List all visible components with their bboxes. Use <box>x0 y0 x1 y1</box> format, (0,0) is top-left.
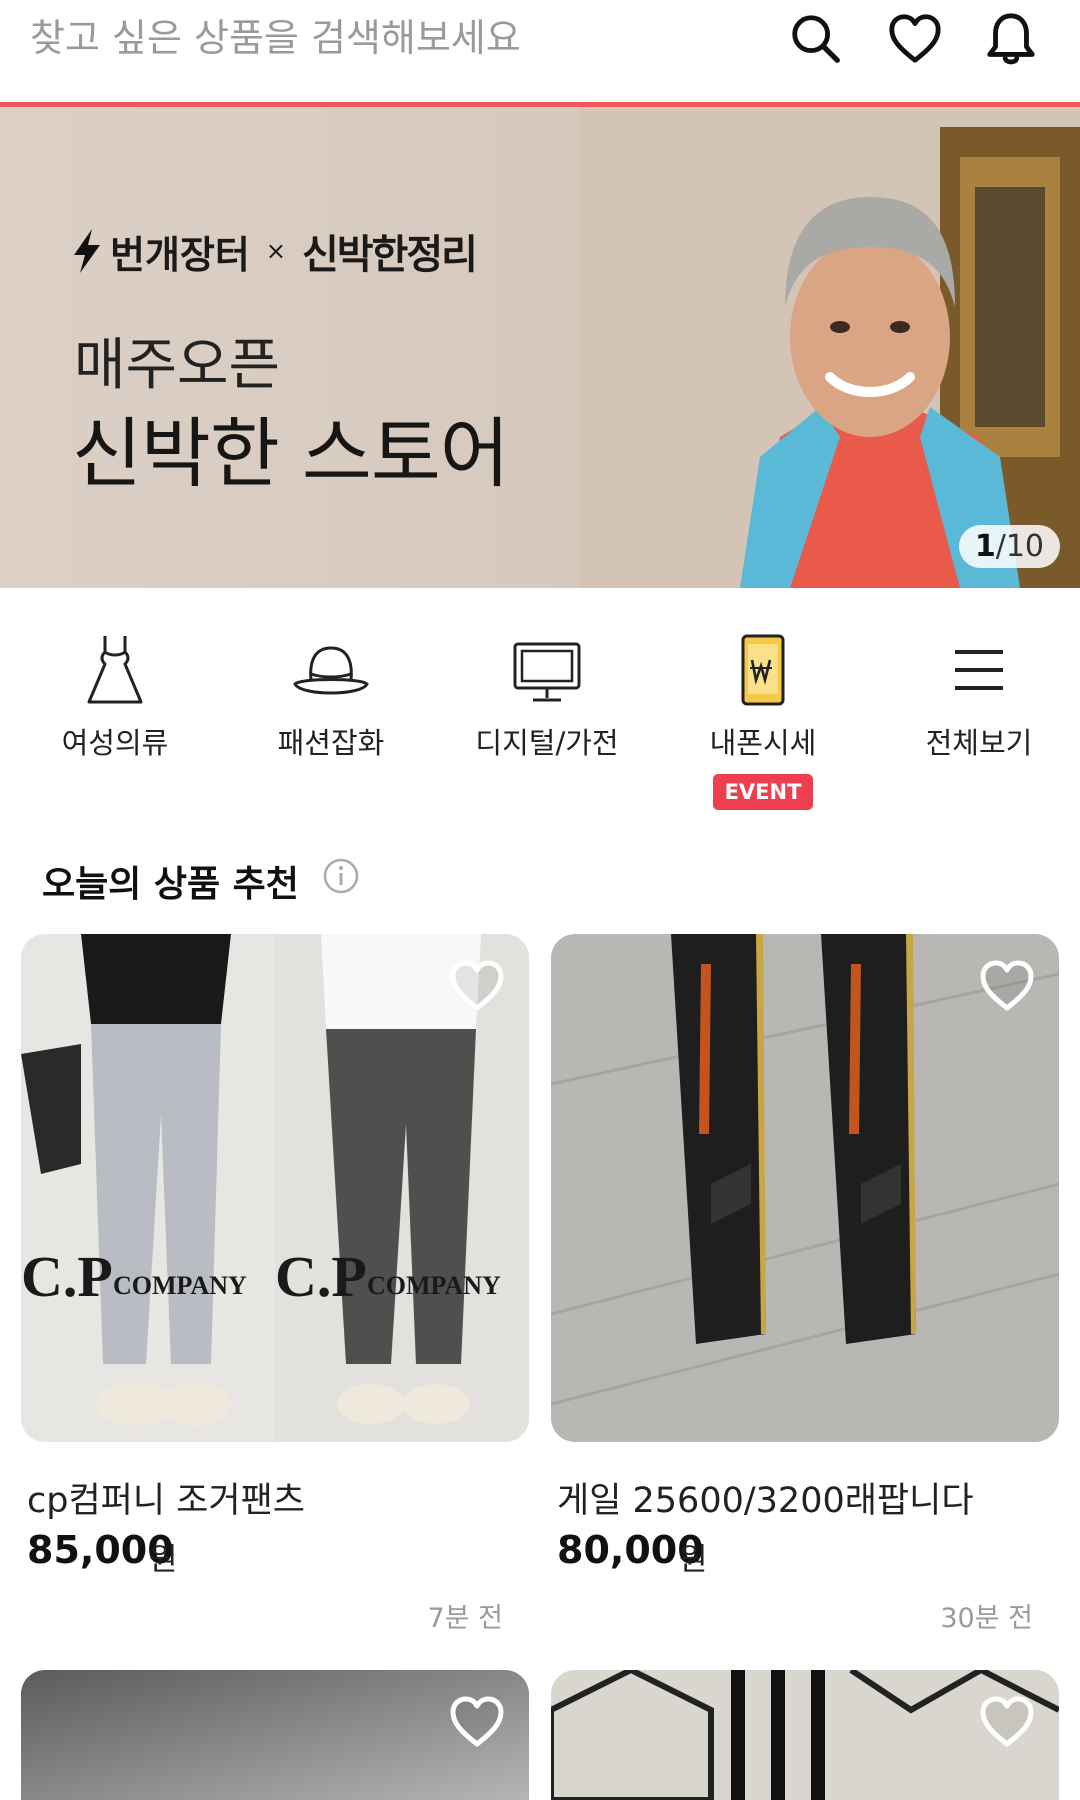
product-card[interactable] <box>21 1670 529 1800</box>
price-currency: 원 <box>679 1542 708 1578</box>
search-icon[interactable] <box>785 8 847 70</box>
category-view-all[interactable]: 전체보기 <box>879 630 1079 762</box>
bolt-icon <box>74 229 100 273</box>
svg-text:COMPANY: COMPANY <box>113 1271 247 1300</box>
category-label: 내폰시세 <box>709 726 817 760</box>
svg-text:COMPANY: COMPANY <box>367 1271 501 1300</box>
product-thumbnail[interactable] <box>21 1670 529 1800</box>
svg-text:C.P: C.P <box>21 1244 113 1309</box>
product-thumbnail[interactable]: C.P COMPANY C.P COMPANY <box>21 934 529 1442</box>
product-card[interactable] <box>551 1670 1059 1800</box>
category-row: 여성의류 패션잡화 디지털/가전 내폰시세 EVENT 전체보기 <box>0 620 1080 820</box>
svg-text:C.P: C.P <box>275 1244 367 1309</box>
banner-title: 신박한 스토어 <box>72 409 510 498</box>
dress-icon <box>87 636 143 704</box>
category-label: 패션잡화 <box>277 726 385 760</box>
event-badge: EVENT <box>712 774 814 810</box>
banner-brand-x: × <box>265 237 286 265</box>
top-bar <box>0 0 1080 107</box>
wishlist-heart-icon[interactable] <box>977 1692 1037 1752</box>
product-thumbnail[interactable] <box>551 1670 1059 1800</box>
banner-subtitle: 매주오픈 <box>74 333 281 398</box>
product-card[interactable]: C.P COMPANY C.P COMPANY cp컴퍼니 조거팬츠 85,00… <box>21 934 529 1634</box>
category-phone-price[interactable]: 내폰시세 EVENT <box>663 630 863 810</box>
info-icon[interactable] <box>322 857 360 895</box>
category-womens-clothing[interactable]: 여성의류 <box>15 630 215 762</box>
wishlist-heart-icon[interactable] <box>447 956 507 1016</box>
product-thumbnail[interactable] <box>551 934 1059 1442</box>
price-currency: 원 <box>149 1542 178 1578</box>
phone-won-icon <box>741 634 785 706</box>
menu-icon <box>955 650 1003 690</box>
wishlist-heart-icon[interactable] <box>977 956 1037 1016</box>
promo-banner[interactable]: 번개장터 × 신박한정리 매주오픈 신박한 스토어 1/10 <box>0 107 1080 588</box>
posted-time: 30분 전 <box>940 1603 1033 1634</box>
banner-brand-left: 번개장터 <box>110 232 250 277</box>
posted-time: 7분 전 <box>427 1603 503 1634</box>
category-label: 전체보기 <box>925 726 1033 760</box>
category-label: 디지털/가전 <box>475 726 619 760</box>
banner-counter-current: 1 <box>974 529 996 564</box>
product-name: 게일 25600/3200래팝니다 <box>557 1481 974 1521</box>
category-digital-appliances[interactable]: 디지털/가전 <box>447 630 647 762</box>
banner-person-photo <box>580 107 1080 588</box>
hat-icon <box>293 646 369 695</box>
search-input[interactable] <box>30 8 770 68</box>
product-name: cp컴퍼니 조거팬츠 <box>27 1481 305 1521</box>
heart-icon[interactable] <box>884 8 946 70</box>
banner-brand: 번개장터 × 신박한정리 <box>72 222 478 280</box>
banner-counter-total: /10 <box>995 529 1044 564</box>
section-title: 오늘의 상품 추천 <box>42 864 299 905</box>
category-label: 여성의류 <box>61 726 169 760</box>
category-fashion-accessories[interactable]: 패션잡화 <box>231 630 431 762</box>
monitor-icon <box>513 642 581 702</box>
product-card[interactable]: 게일 25600/3200래팝니다 80,000 원 30분 전 <box>551 934 1059 1634</box>
bell-icon[interactable] <box>980 8 1042 70</box>
banner-page-counter: 1/10 <box>958 525 1060 568</box>
wishlist-heart-icon[interactable] <box>447 1692 507 1752</box>
banner-brand-right: 신박한정리 <box>301 232 478 278</box>
